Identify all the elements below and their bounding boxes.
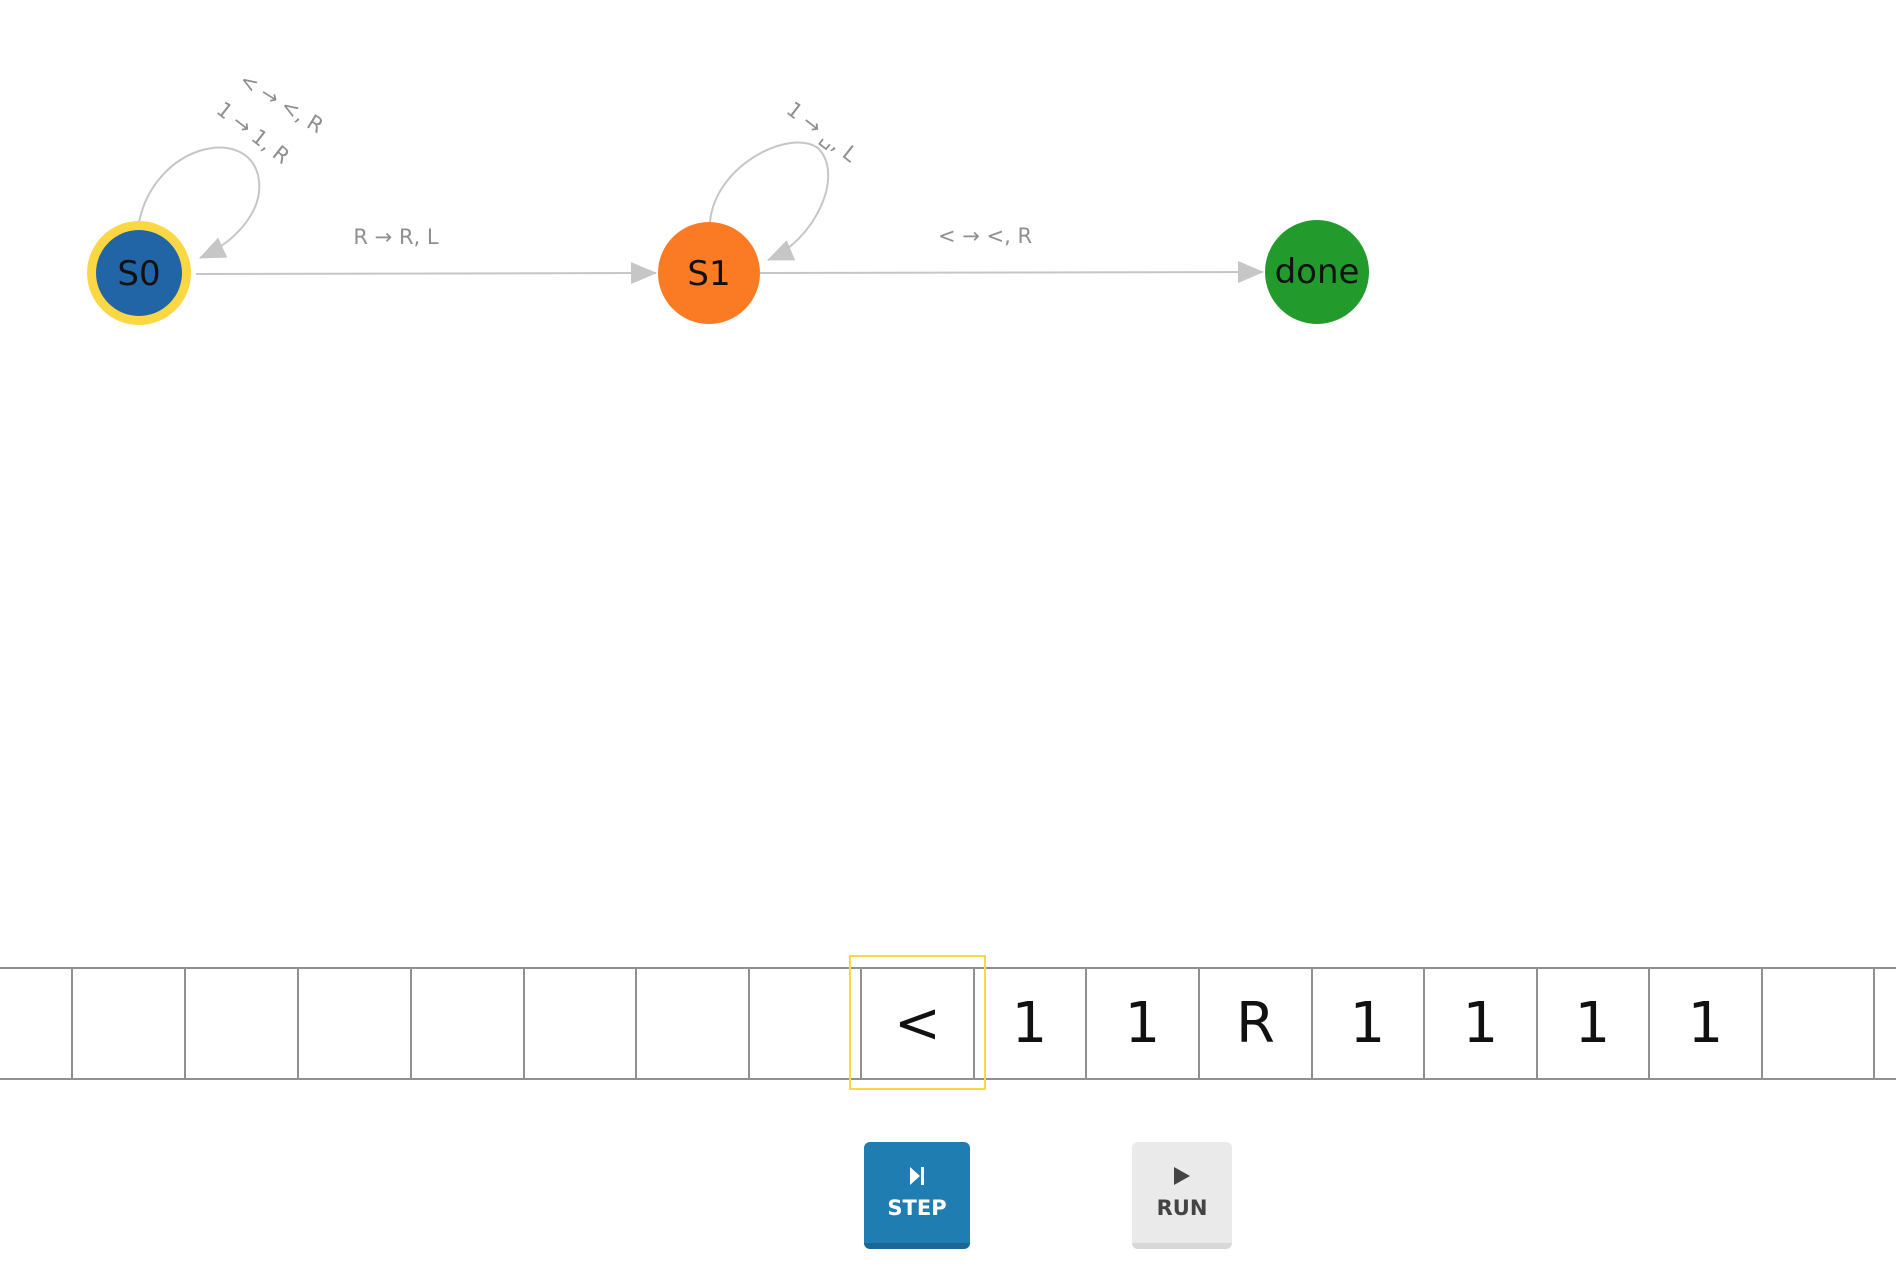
tape-cell: 1	[1537, 969, 1650, 1078]
state-node-s0[interactable]: S0	[87, 221, 191, 325]
tape-cell	[1762, 969, 1875, 1078]
s0-to-s1-label: R → R, L	[353, 225, 438, 249]
tape-cell: 1	[1087, 969, 1200, 1078]
tape-cell: 1	[1425, 969, 1538, 1078]
run-button[interactable]: RUN	[1132, 1142, 1232, 1249]
tape-cell	[749, 969, 862, 1078]
tape-cell: R	[1200, 969, 1313, 1078]
play-icon	[1174, 1166, 1190, 1185]
state-label-s1: S1	[687, 254, 730, 294]
tape-cell	[73, 969, 186, 1078]
state-node-done[interactable]: done	[1265, 220, 1369, 324]
state-label-done: done	[1275, 252, 1360, 292]
tape-cell	[299, 969, 412, 1078]
s1-to-done-edge	[759, 261, 1264, 284]
tape-cell	[0, 969, 73, 1078]
tape-cell	[637, 969, 750, 1078]
step-button[interactable]: STEP	[864, 1142, 970, 1249]
tape-cell: 1	[974, 969, 1087, 1078]
s1-to-done-label: < → <, R	[938, 224, 1032, 248]
state-node-s1[interactable]: S1	[658, 222, 760, 324]
s1-loop-label: 1 → ␣, L	[782, 97, 862, 167]
tape-cell: 1	[1312, 969, 1425, 1078]
tape-cell: 1	[1650, 969, 1763, 1078]
tape-cell	[186, 969, 299, 1078]
state-label-s0: S0	[117, 254, 160, 294]
step-forward-icon	[910, 1166, 924, 1185]
tape-cell	[412, 969, 525, 1078]
step-button-label: STEP	[887, 1195, 947, 1220]
s0-to-s1-edge	[195, 262, 657, 285]
run-button-label: RUN	[1156, 1195, 1208, 1220]
state-diagram: < → <, R 1 → 1, R R → R, L 1 → ␣, L < → …	[87, 68, 1369, 325]
tape-cell	[524, 969, 637, 1078]
tape-head-indicator	[849, 955, 986, 1090]
